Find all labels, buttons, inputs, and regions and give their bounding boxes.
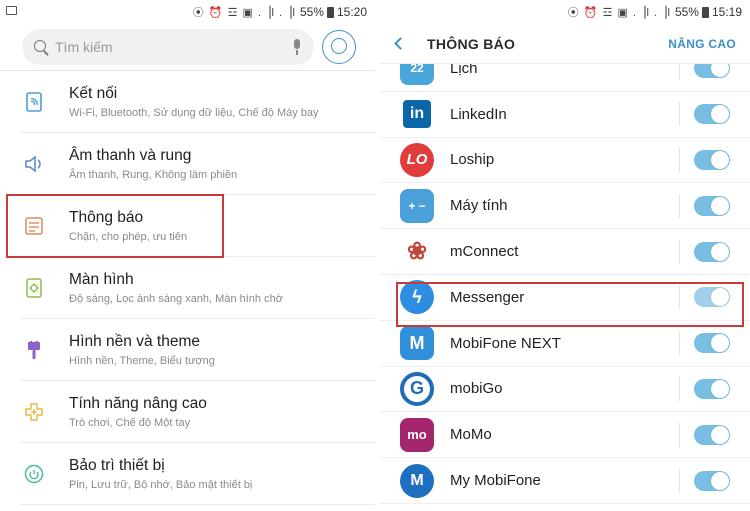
notification-toggle[interactable] — [694, 64, 730, 79]
settings-screen: ⦿ ⏰ ☲ ▣ .▕l .▕l 55% 15:20 Kết nối Wi-Fi,… — [0, 0, 375, 511]
settings-item-advanced-features[interactable]: Tính năng nâng cao Trò chơi, Chế độ Một … — [20, 381, 375, 443]
calculator-icon: + − — [400, 188, 434, 223]
settings-item-title: Màn hình — [69, 270, 134, 288]
momo-icon: mo — [400, 417, 434, 452]
settings-item-title: Âm thanh và rung — [69, 146, 192, 164]
mconnect-icon: ❀ — [400, 234, 434, 269]
settings-item-title: Tính năng nâng cao — [69, 394, 207, 412]
app-row-momo[interactable]: mo MoMo — [380, 412, 750, 459]
notification-toggle[interactable] — [694, 104, 730, 125]
advanced-features-icon — [20, 398, 48, 426]
brush-icon — [20, 336, 48, 364]
notification-toggle[interactable] — [694, 424, 730, 445]
display-icon — [20, 274, 48, 302]
settings-item-subtitle: Âm thanh, Rung, Không làm phiền — [69, 168, 238, 181]
battery-icon — [326, 6, 334, 18]
settings-item-wallpaper-theme[interactable]: Hình nền và theme Hình nền, Theme, Biểu … — [20, 319, 375, 381]
linkedin-icon: in — [403, 100, 431, 129]
settings-item-title: Bảo trì thiết bị — [69, 456, 165, 474]
gallery-notification-icon — [6, 6, 17, 15]
search-icon — [34, 39, 49, 55]
clock: 15:19 — [711, 5, 742, 19]
settings-item-display[interactable]: Màn hình Độ sáng, Lọc ánh sáng xanh, Màn… — [20, 257, 375, 319]
app-name: mobiGo — [450, 380, 503, 398]
page-title: THÔNG BÁO — [427, 35, 516, 52]
notifications-screen: ⦿ ⏰ ☲ ▣ .▕l .▕l 55% 15:19 THÔNG BÁO NÂNG… — [380, 0, 750, 511]
account-icon[interactable] — [322, 30, 356, 64]
status-bar: ⦿ ⏰ ☲ ▣ .▕l .▕l 55% 15:19 — [380, 0, 750, 24]
app-row-linkedin[interactable]: in LinkedIn — [380, 92, 750, 138]
my-mobifone-icon: M — [400, 463, 434, 498]
separator — [679, 102, 680, 127]
settings-item-sound[interactable]: Âm thanh và rung Âm thanh, Rung, Không l… — [20, 133, 375, 195]
connection-icon — [20, 88, 48, 116]
status-bar: ⦿ ⏰ ☲ ▣ .▕l .▕l 55% 15:20 — [0, 0, 375, 24]
notification-toggle[interactable] — [694, 195, 730, 216]
notification-toggle[interactable] — [694, 470, 730, 491]
app-name: Lịch — [450, 64, 478, 77]
separator — [679, 239, 680, 264]
settings-list: Kết nối Wi-Fi, Bluetooth, Sử dụng dữ liệ… — [0, 71, 375, 505]
app-bar: THÔNG BÁO NÂNG CAO — [380, 24, 750, 64]
calendar-icon: 22 — [400, 64, 434, 86]
separator — [679, 422, 680, 447]
search-input[interactable] — [55, 39, 292, 55]
settings-item-title: Kết nối — [69, 84, 118, 102]
search-row — [0, 24, 375, 70]
app-name: Máy tính — [450, 197, 508, 215]
search-bar[interactable] — [22, 29, 314, 65]
settings-item-subtitle: Độ sáng, Lọc ánh sáng xanh, Màn hình chờ — [69, 292, 283, 305]
app-name: MobiFone NEXT — [450, 334, 561, 352]
app-row-mconnect[interactable]: ❀ mConnect — [380, 229, 750, 275]
highlight-box — [6, 194, 224, 258]
app-name: mConnect — [450, 243, 519, 261]
advanced-button[interactable]: NÂNG CAO — [668, 37, 736, 51]
notification-toggle[interactable] — [694, 333, 730, 354]
notification-toggle[interactable] — [694, 149, 730, 170]
separator — [679, 193, 680, 218]
status-icons: ⦿ ⏰ ☲ ▣ .▕l .▕l — [192, 7, 296, 19]
clock: 15:20 — [336, 5, 367, 19]
notification-toggle[interactable] — [694, 378, 730, 399]
settings-item-subtitle: Hình nền, Theme, Biểu tượng — [69, 354, 215, 367]
mobigo-icon: G — [400, 371, 434, 406]
app-row-calendar[interactable]: 22 Lịch — [380, 64, 750, 92]
status-icons: ⦿ ⏰ ☲ ▣ .▕l .▕l — [567, 7, 671, 19]
separator — [679, 331, 680, 356]
battery-icon — [701, 6, 709, 18]
app-name: Loship — [450, 151, 495, 169]
settings-item-subtitle: Wi-Fi, Bluetooth, Sử dụng dữ liệu, Chế đ… — [69, 106, 319, 119]
settings-item-device-maintenance[interactable]: Bảo trì thiết bị Pin, Lưu trữ, Bộ nhớ, B… — [20, 443, 375, 505]
app-row-calculator[interactable]: + − Máy tính — [380, 183, 750, 230]
separator — [679, 468, 680, 493]
notification-toggle[interactable] — [694, 241, 730, 262]
highlight-box — [396, 282, 744, 327]
settings-item-connections[interactable]: Kết nối Wi-Fi, Bluetooth, Sử dụng dữ liệ… — [20, 71, 375, 133]
loship-icon: LO — [400, 142, 434, 177]
battery-percent: 55% — [674, 5, 699, 19]
app-row-my-mobifone[interactable]: M My MobiFone — [380, 458, 750, 504]
app-row-mobifone-next[interactable]: M MobiFone NEXT — [380, 321, 750, 367]
microphone-icon[interactable] — [292, 39, 302, 55]
app-row-loship[interactable]: LO Loship — [380, 138, 750, 184]
app-name: MoMo — [450, 426, 492, 444]
back-icon[interactable] — [394, 37, 407, 50]
speaker-icon — [20, 150, 48, 178]
settings-item-subtitle: Pin, Lưu trữ, Bộ nhớ, Bảo mật thiết bị — [69, 478, 253, 491]
settings-item-subtitle: Trò chơi, Chế độ Một tay — [69, 416, 191, 429]
app-row-mobigo[interactable]: G mobiGo — [380, 367, 750, 413]
separator — [679, 64, 680, 81]
separator — [679, 147, 680, 172]
battery-percent: 55% — [299, 5, 324, 19]
separator — [679, 376, 680, 401]
app-name: My MobiFone — [450, 472, 541, 490]
settings-item-title: Hình nền và theme — [69, 332, 200, 350]
mobifone-next-icon: M — [400, 326, 434, 361]
device-maintenance-icon — [20, 460, 48, 488]
app-name: LinkedIn — [450, 105, 507, 123]
